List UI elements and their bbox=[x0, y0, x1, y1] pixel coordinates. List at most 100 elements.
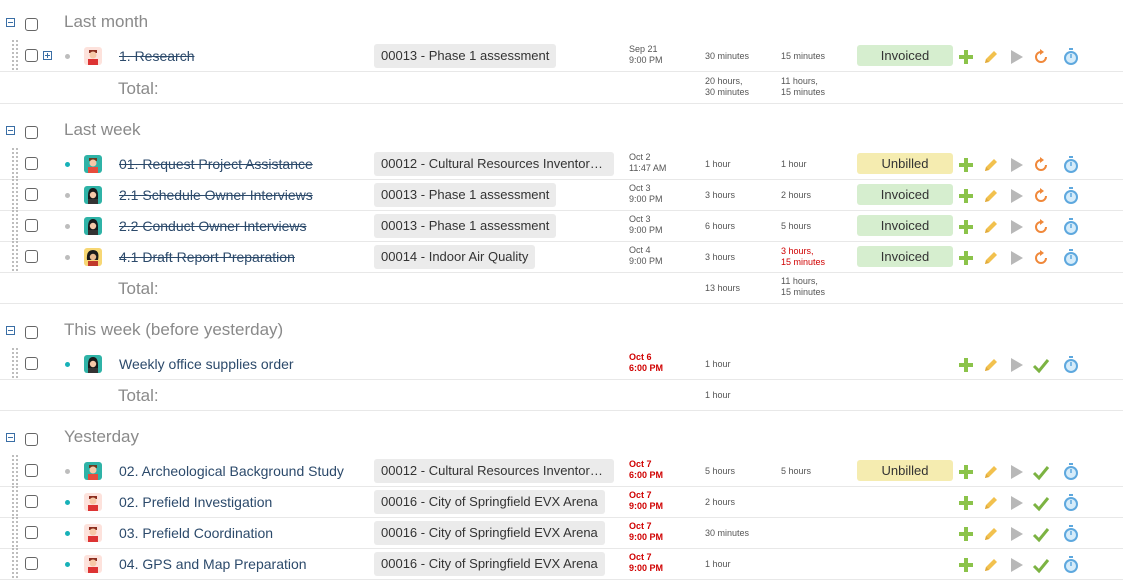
play-icon[interactable] bbox=[1007, 187, 1025, 205]
task-row[interactable]: 01. Request Project Assistance 00012 - C… bbox=[0, 147, 1123, 180]
edit-icon[interactable] bbox=[982, 356, 1000, 374]
task-name[interactable]: 02. Archeological Background Study bbox=[119, 463, 344, 479]
complete-check-icon[interactable] bbox=[1032, 494, 1050, 512]
group-checkbox[interactable] bbox=[25, 326, 38, 339]
add-icon[interactable] bbox=[957, 249, 975, 267]
reopen-icon[interactable] bbox=[1032, 187, 1050, 205]
edit-icon[interactable] bbox=[982, 48, 1000, 66]
add-icon[interactable] bbox=[957, 494, 975, 512]
task-checkbox[interactable] bbox=[25, 157, 38, 170]
timer-icon[interactable] bbox=[1062, 48, 1080, 66]
task-checkbox[interactable] bbox=[25, 49, 38, 62]
group-checkbox[interactable] bbox=[25, 433, 38, 446]
edit-icon[interactable] bbox=[982, 249, 1000, 267]
play-icon[interactable] bbox=[1007, 525, 1025, 543]
edit-icon[interactable] bbox=[982, 556, 1000, 574]
task-checkbox[interactable] bbox=[25, 357, 38, 370]
edit-icon[interactable] bbox=[982, 525, 1000, 543]
project-tag[interactable]: 00013 - Phase 1 assessment bbox=[374, 183, 557, 207]
drag-handle[interactable] bbox=[11, 178, 19, 209]
play-icon[interactable] bbox=[1007, 556, 1025, 574]
task-row[interactable]: 02. Prefield Investigation 00016 - City … bbox=[0, 485, 1123, 518]
timer-icon[interactable] bbox=[1062, 356, 1080, 374]
play-icon[interactable] bbox=[1007, 356, 1025, 374]
timer-icon[interactable] bbox=[1062, 494, 1080, 512]
project-tag[interactable]: 00016 - City of Springfield EVX Arena bbox=[374, 552, 605, 576]
drag-handle[interactable] bbox=[11, 240, 19, 271]
edit-icon[interactable] bbox=[982, 218, 1000, 236]
add-icon[interactable] bbox=[957, 556, 975, 574]
task-checkbox[interactable] bbox=[25, 557, 38, 570]
task-checkbox[interactable] bbox=[25, 219, 38, 232]
drag-handle[interactable] bbox=[11, 39, 19, 70]
task-name[interactable]: 04. GPS and Map Preparation bbox=[119, 556, 307, 572]
group-checkbox[interactable] bbox=[25, 18, 38, 31]
play-icon[interactable] bbox=[1007, 218, 1025, 236]
play-icon[interactable] bbox=[1007, 249, 1025, 267]
task-name[interactable]: 2.1 Schedule Owner Interviews bbox=[119, 187, 313, 203]
task-name[interactable]: 02. Prefield Investigation bbox=[119, 494, 272, 510]
add-icon[interactable] bbox=[957, 356, 975, 374]
add-icon[interactable] bbox=[957, 218, 975, 236]
timer-icon[interactable] bbox=[1062, 187, 1080, 205]
task-row[interactable]: 2.1 Schedule Owner Interviews 00013 - Ph… bbox=[0, 178, 1123, 211]
reopen-icon[interactable] bbox=[1032, 48, 1050, 66]
task-row[interactable]: 03. Prefield Coordination 00016 - City o… bbox=[0, 516, 1123, 549]
reopen-icon[interactable] bbox=[1032, 218, 1050, 236]
task-row[interactable]: 04. GPS and Map Preparation 00016 - City… bbox=[0, 547, 1123, 580]
task-checkbox[interactable] bbox=[25, 495, 38, 508]
project-tag[interactable]: 00013 - Phase 1 assessment bbox=[374, 214, 557, 238]
play-icon[interactable] bbox=[1007, 494, 1025, 512]
task-name[interactable]: 1. Research bbox=[119, 48, 194, 64]
timer-icon[interactable] bbox=[1062, 218, 1080, 236]
task-checkbox[interactable] bbox=[25, 188, 38, 201]
task-name[interactable]: Weekly office supplies order bbox=[119, 356, 294, 372]
complete-check-icon[interactable] bbox=[1032, 356, 1050, 374]
reopen-icon[interactable] bbox=[1032, 249, 1050, 267]
add-icon[interactable] bbox=[957, 156, 975, 174]
drag-handle[interactable] bbox=[11, 209, 19, 240]
project-tag[interactable]: 00014 - Indoor Air Quality bbox=[374, 245, 536, 269]
project-tag[interactable]: 00013 - Phase 1 assessment bbox=[374, 44, 557, 68]
edit-icon[interactable] bbox=[982, 187, 1000, 205]
timer-icon[interactable] bbox=[1062, 463, 1080, 481]
collapse-icon[interactable] bbox=[6, 326, 15, 335]
timer-icon[interactable] bbox=[1062, 156, 1080, 174]
drag-handle[interactable] bbox=[11, 347, 19, 378]
task-checkbox[interactable] bbox=[25, 526, 38, 539]
task-checkbox[interactable] bbox=[25, 250, 38, 263]
task-name[interactable]: 4.1 Draft Report Preparation bbox=[119, 249, 295, 265]
edit-icon[interactable] bbox=[982, 463, 1000, 481]
expand-icon[interactable] bbox=[43, 51, 52, 60]
drag-handle[interactable] bbox=[11, 485, 19, 516]
play-icon[interactable] bbox=[1007, 463, 1025, 481]
play-icon[interactable] bbox=[1007, 156, 1025, 174]
collapse-icon[interactable] bbox=[6, 18, 15, 27]
drag-handle[interactable] bbox=[11, 547, 19, 578]
timer-icon[interactable] bbox=[1062, 249, 1080, 267]
project-tag[interactable]: 00012 - Cultural Resources Inventory ... bbox=[374, 459, 614, 483]
drag-handle[interactable] bbox=[11, 516, 19, 547]
task-row[interactable]: 4.1 Draft Report Preparation 00014 - Ind… bbox=[0, 240, 1123, 273]
task-row[interactable]: 1. Research 00013 - Phase 1 assessment S… bbox=[0, 39, 1123, 72]
complete-check-icon[interactable] bbox=[1032, 556, 1050, 574]
collapse-icon[interactable] bbox=[6, 126, 15, 135]
timer-icon[interactable] bbox=[1062, 525, 1080, 543]
task-name[interactable]: 03. Prefield Coordination bbox=[119, 525, 273, 541]
add-icon[interactable] bbox=[957, 525, 975, 543]
play-icon[interactable] bbox=[1007, 48, 1025, 66]
reopen-icon[interactable] bbox=[1032, 156, 1050, 174]
project-tag[interactable]: 00016 - City of Springfield EVX Arena bbox=[374, 490, 605, 514]
drag-handle[interactable] bbox=[11, 454, 19, 485]
complete-check-icon[interactable] bbox=[1032, 463, 1050, 481]
complete-check-icon[interactable] bbox=[1032, 525, 1050, 543]
task-checkbox[interactable] bbox=[25, 464, 38, 477]
project-tag[interactable]: 00016 - City of Springfield EVX Arena bbox=[374, 521, 605, 545]
add-icon[interactable] bbox=[957, 48, 975, 66]
group-checkbox[interactable] bbox=[25, 126, 38, 139]
add-icon[interactable] bbox=[957, 187, 975, 205]
edit-icon[interactable] bbox=[982, 494, 1000, 512]
edit-icon[interactable] bbox=[982, 156, 1000, 174]
timer-icon[interactable] bbox=[1062, 556, 1080, 574]
collapse-icon[interactable] bbox=[6, 433, 15, 442]
